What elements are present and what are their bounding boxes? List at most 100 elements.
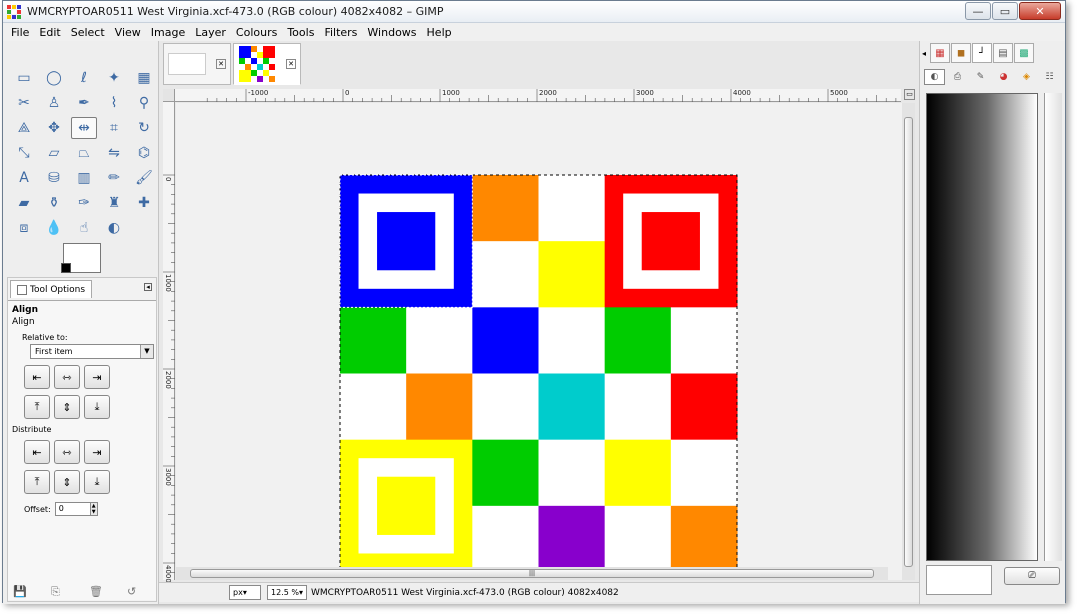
- paintbrush-icon[interactable]: 🖌: [131, 167, 157, 189]
- menu-tools[interactable]: Tools: [287, 26, 314, 39]
- canvas-viewport[interactable]: [176, 103, 902, 580]
- tool-options-tab[interactable]: Tool Options: [10, 280, 93, 298]
- panel-menu-icon[interactable]: ◂: [144, 283, 152, 291]
- palette-tab-icon[interactable]: ▩: [1014, 43, 1035, 63]
- gradient-editor-tab-icon[interactable]: ▤: [993, 43, 1014, 63]
- zoom-select[interactable]: 12.5 %▾: [267, 585, 307, 600]
- align-left-button[interactable]: ⇤: [24, 365, 50, 389]
- move-icon[interactable]: ✥: [41, 117, 67, 139]
- clone-icon[interactable]: ♜: [101, 192, 127, 214]
- minimize-button[interactable]: —: [965, 2, 991, 20]
- vertical-ruler[interactable]: 0 1000 2000 3000 4000: [163, 102, 175, 583]
- dodge-burn-icon[interactable]: ◐: [101, 217, 127, 239]
- vertical-scroll-thumb[interactable]: [904, 117, 913, 567]
- image-canvas[interactable]: [176, 103, 902, 573]
- horizontal-scroll-thumb[interactable]: |||: [190, 569, 874, 578]
- ellipse-select-icon[interactable]: ◯: [41, 67, 67, 89]
- shear-icon[interactable]: ▱: [41, 142, 67, 164]
- menu-help[interactable]: Help: [427, 26, 452, 39]
- zoom-toggle-icon[interactable]: ▭: [904, 89, 915, 100]
- align-bottom-button[interactable]: ⤓: [84, 395, 110, 419]
- paths-icon[interactable]: ✒: [71, 92, 97, 114]
- delete-options-icon[interactable]: 🗑: [89, 585, 103, 599]
- dock-scrollbar[interactable]: [1044, 93, 1062, 561]
- align-right-button[interactable]: ⇥: [84, 365, 110, 389]
- align-icon[interactable]: ⇹: [71, 117, 97, 139]
- offset-spinner[interactable]: ▲ ▼: [90, 502, 98, 516]
- menu-colours[interactable]: Colours: [236, 26, 277, 39]
- image-tab-blank[interactable]: ✕: [163, 43, 231, 85]
- blend-icon[interactable]: ▥: [71, 167, 97, 189]
- gradient-entry[interactable]: [926, 565, 992, 595]
- heal-icon[interactable]: ✚: [131, 192, 157, 214]
- rotate-icon[interactable]: ↻: [131, 117, 157, 139]
- save-options-icon[interactable]: 💾: [13, 585, 27, 599]
- image-tab-grid[interactable]: ✕: [233, 43, 301, 85]
- menu-select[interactable]: Select: [71, 26, 105, 39]
- cage-icon[interactable]: ⌬: [131, 142, 157, 164]
- measure-icon[interactable]: ⟁: [11, 117, 37, 139]
- align-middle-button[interactable]: ⇕: [54, 395, 80, 419]
- close-icon[interactable]: ✕: [216, 59, 226, 69]
- zoom-icon[interactable]: ⚲: [131, 92, 157, 114]
- gradient-tab-icon[interactable]: ┘: [972, 43, 993, 63]
- perspective-clone-icon[interactable]: ⧈: [11, 217, 37, 239]
- crop-icon[interactable]: ⌗: [101, 117, 127, 139]
- colormap-tab-icon[interactable]: ◕: [993, 69, 1014, 85]
- menu-image[interactable]: Image: [151, 26, 185, 39]
- offset-input[interactable]: 0: [54, 502, 91, 516]
- distribute-top-button[interactable]: ⤒: [24, 470, 50, 494]
- horizontal-ruler[interactable]: -1000 0 1000 2000 3000 4000 5000: [175, 89, 901, 102]
- gradient-preview[interactable]: [926, 93, 1038, 561]
- distribute-middle-button[interactable]: ⇕: [54, 470, 80, 494]
- dock-menu-icon[interactable]: ◂: [922, 49, 926, 58]
- edit-gradient-button[interactable]: ⎚: [1004, 567, 1060, 585]
- menu-filters[interactable]: Filters: [324, 26, 357, 39]
- menu-layer[interactable]: Layer: [195, 26, 226, 39]
- foreground-color-swatch[interactable]: [61, 263, 71, 273]
- foreground-select-icon[interactable]: ♙: [41, 92, 67, 114]
- pattern-tab-icon[interactable]: ▦: [930, 43, 951, 63]
- fuzzy-select-icon[interactable]: ✦: [101, 67, 127, 89]
- color-picker-icon[interactable]: ⌇: [101, 92, 127, 114]
- smudge-icon[interactable]: ☝: [71, 217, 97, 239]
- perspective-icon[interactable]: ⏢: [71, 142, 97, 164]
- histogram-tab-icon[interactable]: ◈: [1016, 69, 1037, 85]
- layers-tab-icon[interactable]: ◐: [924, 69, 945, 85]
- menu-edit[interactable]: Edit: [39, 26, 60, 39]
- menu-windows[interactable]: Windows: [367, 26, 416, 39]
- scissors-icon[interactable]: ✂: [11, 92, 37, 114]
- reset-options-icon[interactable]: ↺: [127, 585, 141, 599]
- paths-tab-icon[interactable]: ✎: [970, 69, 991, 85]
- select-by-color-icon[interactable]: ▦: [131, 67, 157, 89]
- fg-bg-colors[interactable]: [61, 241, 107, 277]
- blur-icon[interactable]: 💧: [41, 217, 67, 239]
- menu-file[interactable]: File: [11, 26, 29, 39]
- brush-tab-icon[interactable]: ◼: [951, 43, 972, 63]
- close-button[interactable]: ✕: [1019, 2, 1061, 20]
- close-icon[interactable]: ✕: [286, 59, 296, 69]
- scale-icon[interactable]: ⤡: [11, 142, 37, 164]
- undo-tab-icon[interactable]: ☷: [1039, 69, 1060, 85]
- ink-icon[interactable]: ✑: [71, 192, 97, 214]
- relative-to-select[interactable]: First item ▼: [30, 344, 154, 359]
- align-center-button[interactable]: ⇿: [54, 365, 80, 389]
- pencil-icon[interactable]: ✏: [101, 167, 127, 189]
- distribute-center-button[interactable]: ⇿: [54, 440, 80, 464]
- eraser-icon[interactable]: ▰: [11, 192, 37, 214]
- horizontal-scrollbar[interactable]: |||: [176, 567, 888, 580]
- menu-view[interactable]: View: [115, 26, 141, 39]
- align-top-button[interactable]: ⤒: [24, 395, 50, 419]
- distribute-bottom-button[interactable]: ⤓: [84, 470, 110, 494]
- airbrush-icon[interactable]: ⚱: [41, 192, 67, 214]
- distribute-right-button[interactable]: ⇥: [84, 440, 110, 464]
- maximize-button[interactable]: ▭: [992, 2, 1018, 20]
- bucket-fill-icon[interactable]: ⛁: [41, 167, 67, 189]
- flip-icon[interactable]: ⇋: [101, 142, 127, 164]
- vertical-scrollbar[interactable]: [902, 103, 915, 580]
- free-select-icon[interactable]: ℓ: [71, 67, 97, 89]
- channels-tab-icon[interactable]: ⎙: [947, 69, 968, 85]
- rect-select-icon[interactable]: ▭: [11, 67, 37, 89]
- restore-options-icon[interactable]: ⎘: [51, 585, 65, 599]
- text-icon[interactable]: A: [11, 167, 37, 189]
